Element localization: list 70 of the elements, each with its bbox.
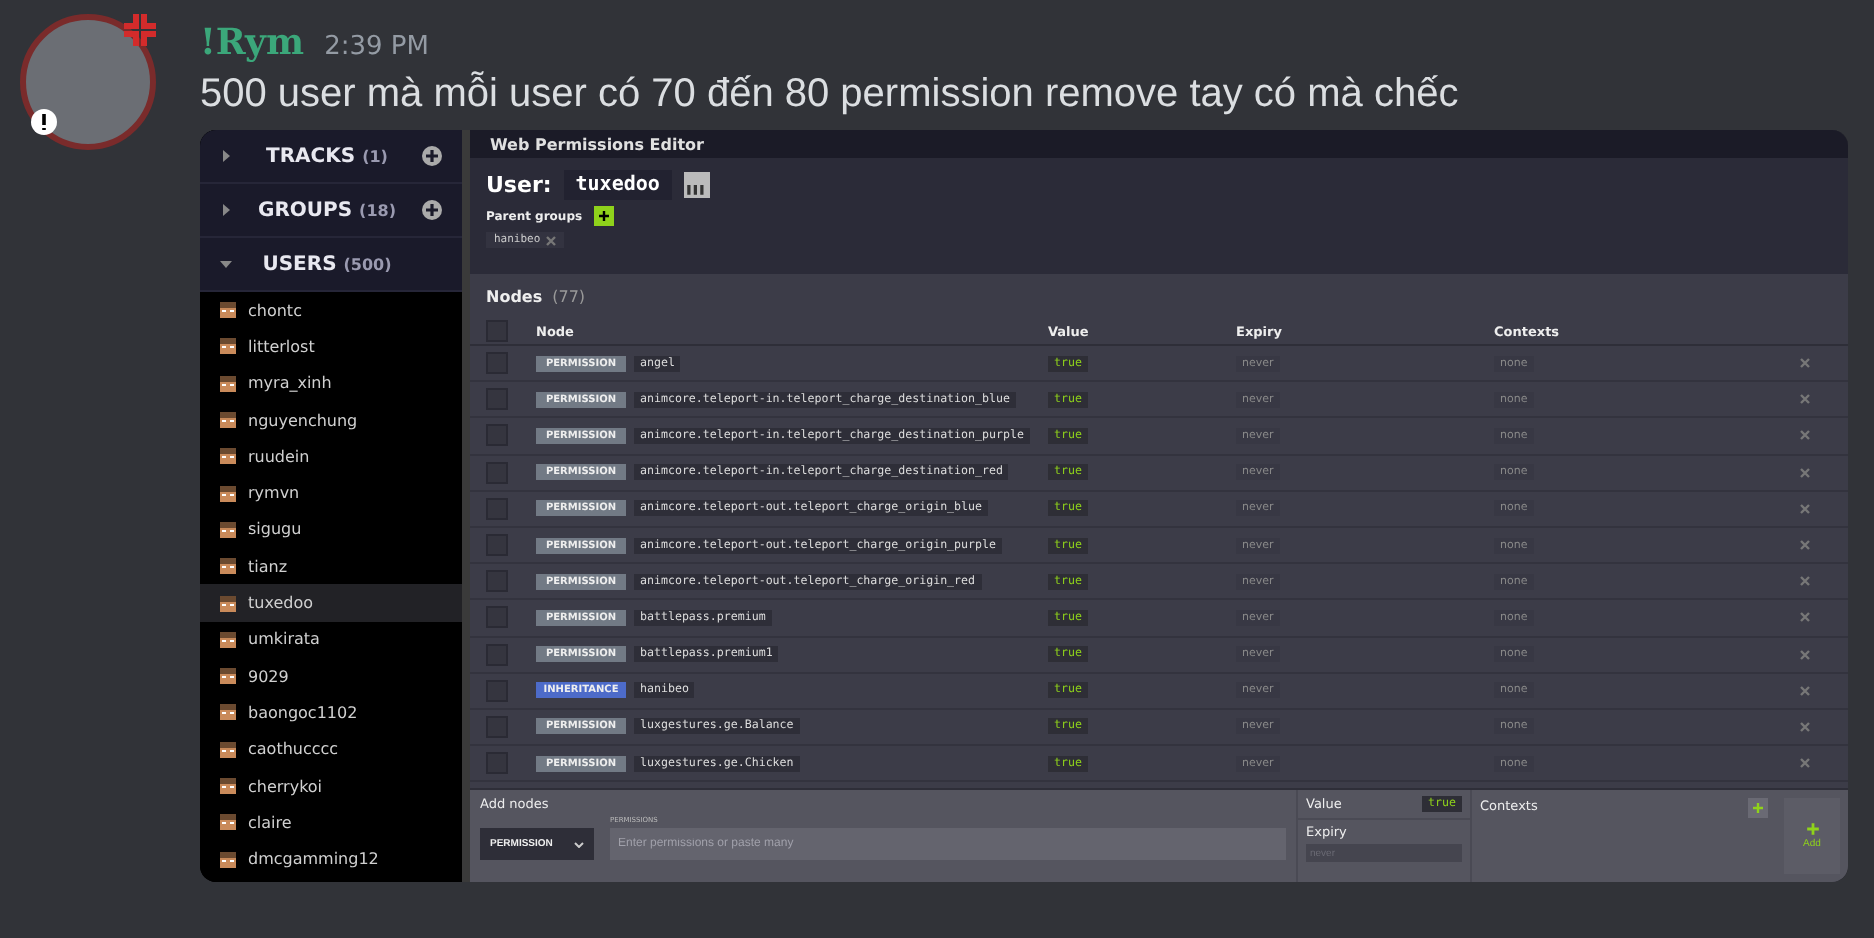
add-context-button[interactable] — [1748, 798, 1768, 818]
section-label: GROUPS (18) — [256, 199, 398, 221]
sidebar-section-header[interactable]: GROUPS (18) — [200, 184, 462, 238]
delete-icon[interactable] — [1800, 685, 1810, 696]
user-list-item[interactable]: myra_xinh — [200, 365, 462, 402]
editor-title: Web Permissions Editor — [490, 135, 704, 153]
sidebar-section-header[interactable]: USERS (500) — [200, 238, 462, 292]
user-list-item[interactable]: chontc — [200, 292, 462, 329]
player-head-icon — [220, 412, 236, 429]
delete-icon[interactable] — [1800, 721, 1810, 732]
player-head-icon — [220, 558, 236, 575]
player-head-icon — [220, 375, 236, 392]
timestamp: 2:39 PM — [324, 32, 429, 62]
player-head-icon — [220, 631, 236, 648]
player-head-icon — [220, 741, 236, 758]
user-list-item[interactable]: umkirata — [200, 621, 462, 658]
user-list-item[interactable]: 9029 — [200, 657, 462, 695]
plus-icon — [598, 210, 611, 222]
user-list-item[interactable]: caothucccc — [200, 731, 462, 768]
user-list-item[interactable]: claire — [200, 804, 462, 841]
delete-icon[interactable] — [1800, 467, 1810, 478]
player-head-icon — [220, 778, 236, 794]
user-list-item[interactable]: ruudein — [200, 438, 462, 475]
nodes-label: Nodes — [486, 287, 543, 305]
player-head-icon — [220, 668, 236, 685]
delete-icon[interactable] — [1800, 576, 1810, 587]
delete-icon[interactable] — [1800, 612, 1810, 623]
caret-icon — [574, 841, 584, 847]
player-head-icon — [220, 595, 236, 612]
delete-icon[interactable] — [1800, 758, 1810, 769]
user-list-item[interactable]: tianz — [200, 548, 462, 585]
player-head-icon — [220, 302, 236, 319]
anger-icon — [118, 8, 162, 52]
player-head-icon — [220, 521, 236, 538]
add-circle-icon[interactable] — [422, 200, 442, 220]
nodes-count: (77) — [552, 287, 586, 305]
player-head-icon — [683, 172, 710, 198]
player-head-icon — [220, 485, 236, 502]
player-head-icon — [220, 704, 236, 721]
user-list-item[interactable]: nguyenchung — [200, 401, 462, 439]
player-head-icon — [220, 338, 236, 355]
add-group-button[interactable] — [594, 206, 615, 226]
plus-icon — [1805, 822, 1819, 836]
remove-icon[interactable] — [546, 235, 557, 245]
user-list-item[interactable]: rymvn — [200, 474, 462, 512]
delete-icon[interactable] — [1800, 394, 1810, 405]
user-name: tuxedoo — [563, 170, 672, 200]
sidebar-section-header[interactable]: TRACKS (1) — [200, 130, 462, 184]
delete-icon[interactable] — [1800, 358, 1810, 369]
user-list-item[interactable]: tuxedoo — [200, 584, 462, 622]
delete-icon[interactable] — [1800, 649, 1810, 660]
section-label: TRACKS (1) — [264, 145, 390, 167]
player-head-icon — [220, 814, 236, 831]
player-head-icon — [220, 448, 236, 465]
delete-icon[interactable] — [1800, 503, 1810, 514]
delete-icon[interactable] — [1800, 430, 1810, 441]
section-label: USERS (500) — [260, 253, 394, 275]
user-label: User: — [486, 172, 552, 198]
alert-icon — [30, 108, 58, 136]
delete-icon[interactable] — [1800, 540, 1810, 551]
add-circle-icon[interactable] — [422, 146, 442, 166]
author-name[interactable]: !Rym — [200, 22, 305, 64]
user-list-item[interactable]: litterlost — [200, 328, 462, 366]
user-list-item[interactable]: dmcgamming12 — [200, 840, 462, 878]
plus-icon — [1752, 802, 1764, 814]
user-list-item[interactable]: cherrykoi — [200, 767, 462, 805]
player-head-icon — [220, 851, 236, 868]
user-list-item[interactable]: baongoc1102 — [200, 694, 462, 732]
user-list-item[interactable]: sigugu — [200, 511, 462, 549]
message-text: 500 user mà mỗi user có 70 đến 80 permission remove tay có mà chếc — [200, 72, 1461, 118]
